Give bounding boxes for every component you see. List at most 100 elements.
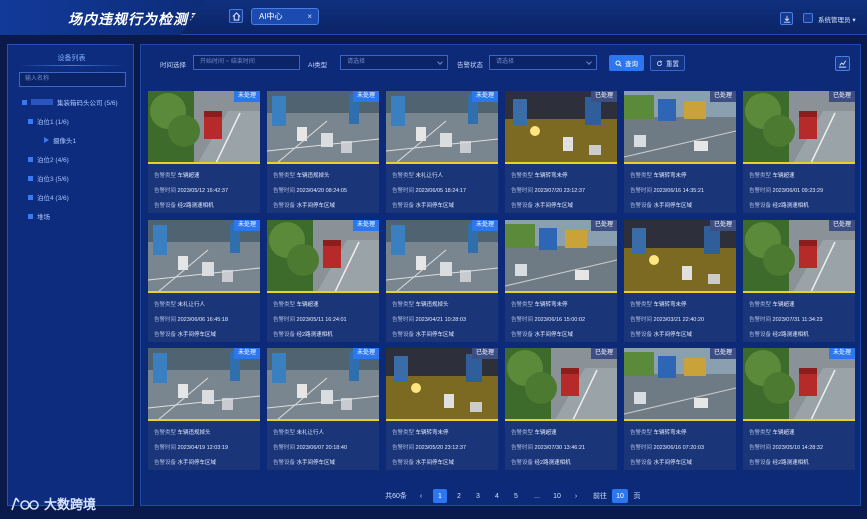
- alarm-snapshot[interactable]: 未处理: [148, 220, 260, 292]
- time-range-input[interactable]: 开始时间 ~ 结束时间: [193, 55, 300, 70]
- alarm-time-value: 2023/06/01 09:23:29: [772, 188, 824, 194]
- collapse-icon[interactable]: [22, 99, 27, 105]
- page-button[interactable]: 4: [490, 489, 504, 503]
- alarm-card[interactable]: 未处理 告警类型 车辆违规掉头 告警时间 2023/04/19 12:03:19 告警…: [148, 348, 260, 470]
- alarm-card[interactable]: 已处理 告警类型 车辆转弯未停 告警时间 2023/03/21 22:40:20 告警…: [624, 220, 736, 342]
- status-select[interactable]: 请选择: [489, 55, 597, 70]
- divider: [743, 419, 855, 421]
- divider: [743, 291, 855, 293]
- collapse-icon[interactable]: [28, 118, 33, 124]
- alarm-card[interactable]: 未处理 告警类型 未礼让行人 告警时间 2023/06/05 18:24:17 告警设…: [386, 91, 498, 213]
- alarm-snapshot[interactable]: 已处理: [624, 348, 736, 420]
- next-page-button[interactable]: ›: [569, 489, 583, 503]
- alarm-time-row: 告警时间 2023/04/20 08:24:05: [273, 186, 347, 194]
- alarm-type-row: 告警类型 车辆超速: [749, 171, 795, 179]
- alarm-snapshot[interactable]: 已处理: [624, 91, 736, 163]
- alarm-type-row: 告警类型 车辆违规掉头: [392, 300, 449, 308]
- alarm-snapshot[interactable]: 未处理: [267, 348, 379, 420]
- alarm-card[interactable]: 已处理 告警类型 车辆超速 告警时间 2023/06/01 09:23:29 告警设备…: [743, 91, 855, 213]
- alarm-device-label: 告警设备: [392, 203, 415, 209]
- alarm-card[interactable]: 已处理 告警类型 车辆转弯未停 告警时间 2023/05/20 23:12:37 告警…: [386, 348, 498, 470]
- alarm-card[interactable]: 未处理 告警类型 车辆违规掉头 告警时间 2023/04/20 08:24:05 告警…: [267, 91, 379, 213]
- alarm-device-label: 告警设备: [154, 332, 177, 338]
- alarm-snapshot[interactable]: 已处理: [743, 220, 855, 292]
- alarm-snapshot[interactable]: 未处理: [386, 91, 498, 163]
- page-button[interactable]: 1: [433, 489, 447, 503]
- divider: [148, 291, 260, 293]
- alarm-card[interactable]: 已处理 告警类型 车辆超速 告警时间 2023/07/30 13:46:21 告警设备…: [505, 348, 617, 470]
- alarm-device-value: 经2路测速相机: [772, 460, 809, 466]
- tree-item-company[interactable]: 集装箱码头公司 (5/6): [22, 97, 118, 107]
- tree-item-berth4[interactable]: 泊位4 (3/6): [28, 192, 69, 202]
- alarm-card[interactable]: 已处理 告警类型 车辆转弯未停 告警时间 2023/07/20 23:12:37 告警…: [505, 91, 617, 213]
- page-button[interactable]: 3: [471, 489, 485, 503]
- alarm-snapshot[interactable]: 未处理: [267, 91, 379, 163]
- alarm-snapshot[interactable]: 未处理: [386, 220, 498, 292]
- tree-item-label: 摄像头1: [53, 138, 77, 145]
- alarm-card[interactable]: 未处理 告警类型 车辆超速 告警时间 2023/05/10 14:28:32 告警设备…: [743, 348, 855, 470]
- alarm-card[interactable]: 未处理 告警类型 未礼让行人 告警时间 2023/06/07 20:18:40 告警设…: [267, 348, 379, 470]
- tree-item-berth1[interactable]: 泊位1 (1/6): [28, 116, 69, 126]
- home-button[interactable]: [229, 9, 243, 23]
- alarm-type-row: 告警类型 未礼让行人: [154, 300, 205, 308]
- alarm-snapshot[interactable]: 未处理: [267, 220, 379, 292]
- page-button[interactable]: 10: [550, 489, 564, 503]
- page-button[interactable]: 5: [509, 489, 523, 503]
- expand-icon[interactable]: [28, 156, 33, 162]
- alarm-time-value: 2023/04/21 10:28:03: [415, 317, 467, 323]
- alarm-type-label: 告警类型: [630, 302, 653, 308]
- expand-icon[interactable]: [28, 175, 33, 181]
- reset-label: 重置: [666, 61, 679, 68]
- tree-item-berth2[interactable]: 泊位2 (4/6): [28, 154, 69, 164]
- tab-ai-center[interactable]: AI中心 ×: [251, 8, 319, 25]
- alarm-device-row: 告警设备 经2路测速相机: [511, 458, 571, 466]
- alarm-snapshot[interactable]: 已处理: [505, 220, 617, 292]
- alarm-card[interactable]: 已处理 告警类型 车辆超速 告警时间 2023/07/31 11:34:23 告警设备…: [743, 220, 855, 342]
- alarm-device-value: 水手间停车区域: [653, 460, 693, 466]
- expand-icon[interactable]: [28, 213, 33, 219]
- statistics-button[interactable]: [835, 56, 850, 71]
- expand-icon[interactable]: [28, 194, 33, 200]
- alarm-device-value: 水手间停车区域: [653, 203, 693, 209]
- goto-page-input[interactable]: 10: [612, 489, 628, 503]
- reset-button[interactable]: 重置: [650, 55, 685, 71]
- tree-item-label: 泊位4 (3/6): [37, 195, 69, 202]
- ai-type-select[interactable]: 请选择: [340, 55, 448, 70]
- device-search-input[interactable]: 输入名称: [19, 72, 126, 87]
- alarm-device-row: 告警设备 经2路测速相机: [749, 458, 809, 466]
- status-badge: 未处理: [233, 220, 260, 231]
- query-button[interactable]: 查询: [609, 55, 644, 71]
- user-menu[interactable]: 系统管理员 ▾: [818, 14, 856, 24]
- divider: [743, 162, 855, 164]
- alarm-snapshot[interactable]: 未处理: [743, 348, 855, 420]
- alarm-type-row: 告警类型 车辆转弯未停: [392, 428, 449, 436]
- alarm-snapshot[interactable]: 已处理: [624, 220, 736, 292]
- page-button[interactable]: 2: [452, 489, 466, 503]
- alarm-card[interactable]: 未处理 告警类型 车辆超速 告警时间 2023/05/11 16:24:01 告警设备…: [267, 220, 379, 342]
- alarm-card[interactable]: 已处理 告警类型 车辆转弯未停 告警时间 2023/06/16 15:00:02 告警…: [505, 220, 617, 342]
- prev-page-button[interactable]: ‹: [414, 489, 428, 503]
- alarm-type-value: 车辆违规掉头: [296, 173, 330, 179]
- alarm-snapshot[interactable]: 已处理: [505, 91, 617, 163]
- alarm-snapshot[interactable]: 未处理: [148, 348, 260, 420]
- alarm-snapshot[interactable]: 已处理: [743, 91, 855, 163]
- download-button[interactable]: [780, 12, 793, 25]
- alarm-card[interactable]: 未处理 告警类型 未礼让行人 告警时间 2023/06/06 16:45:18 告警设…: [148, 220, 260, 342]
- tree-item-berth3[interactable]: 泊位3 (5/6): [28, 173, 69, 183]
- tree-item-label: 集装箱码头公司 (5/6): [57, 100, 118, 107]
- alarm-card[interactable]: 未处理 告警类型 车辆超速 告警时间 2023/05/12 16:42:37 告警设备…: [148, 91, 260, 213]
- alarm-snapshot[interactable]: 已处理: [505, 348, 617, 420]
- alarm-card[interactable]: 未处理 告警类型 车辆违规掉头 告警时间 2023/04/21 10:28:03 告警…: [386, 220, 498, 342]
- alarm-card[interactable]: 已处理 告警类型 车辆转弯未停 告警时间 2023/06/16 14:35:21 告警…: [624, 91, 736, 213]
- alarm-snapshot[interactable]: 未处理: [148, 91, 260, 163]
- alarm-type-label: 告警类型: [749, 173, 772, 179]
- alarm-card[interactable]: 已处理 告警类型 车辆转弯未停 告警时间 2023/06/16 07:20:03 告警…: [624, 348, 736, 470]
- tree-item-label: 泊位1 (1/6): [37, 119, 69, 126]
- tab-close-icon[interactable]: ×: [307, 12, 312, 21]
- avatar[interactable]: [803, 13, 813, 23]
- alarm-type-value: 车辆违规掉头: [415, 302, 449, 308]
- tree-item-yard[interactable]: 堆场: [28, 211, 50, 221]
- tree-item-camera1[interactable]: 摄像头1: [44, 135, 76, 145]
- alarm-device-row: 告警设备 水手间停车区域: [273, 201, 335, 209]
- alarm-snapshot[interactable]: 已处理: [386, 348, 498, 420]
